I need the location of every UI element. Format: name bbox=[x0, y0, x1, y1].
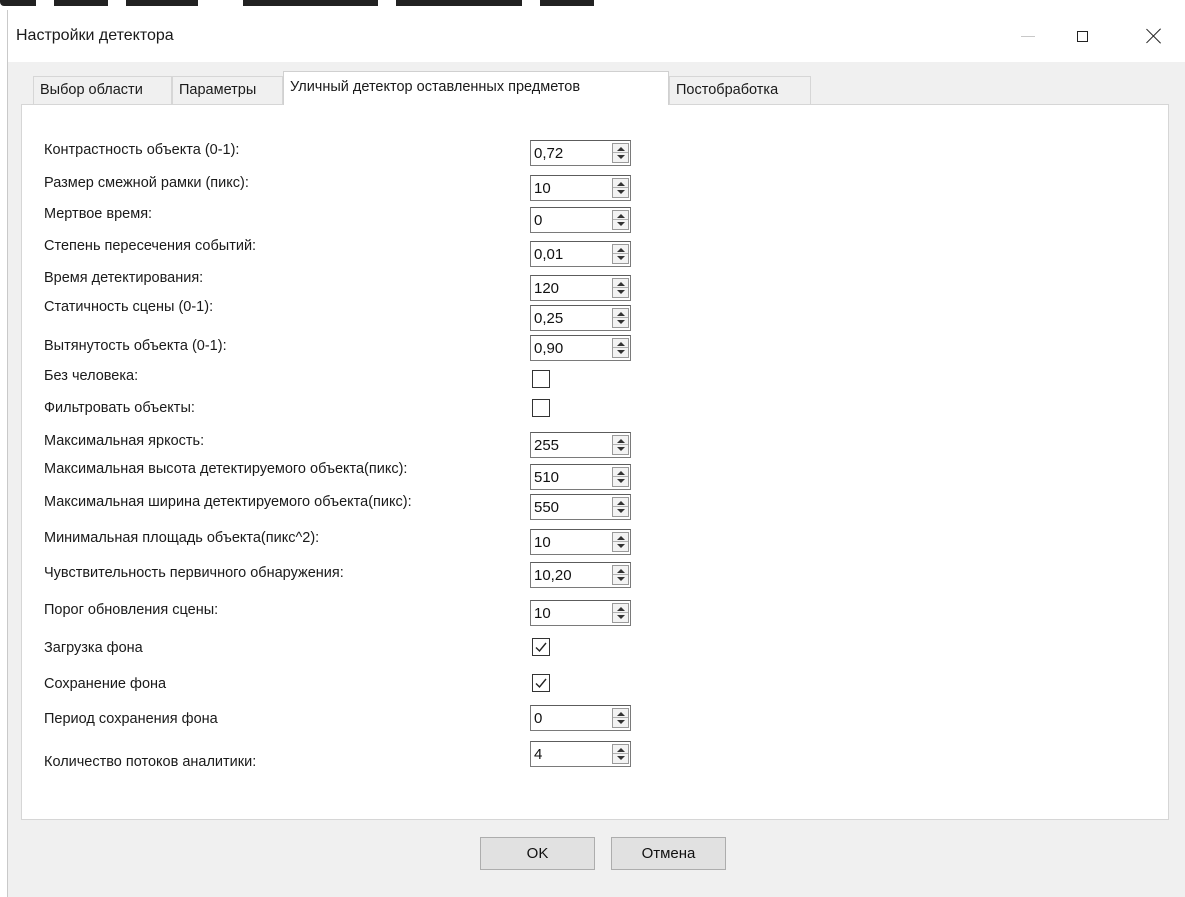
spinner-arrows-icon[interactable] bbox=[612, 435, 629, 455]
spinner-value[interactable]: 0,90 bbox=[534, 340, 563, 357]
spinner-arrows-icon[interactable] bbox=[612, 708, 629, 728]
setting-label: Количество потоков аналитики: bbox=[44, 754, 257, 770]
setting-label: Минимальная площадь объекта(пикс^2): bbox=[44, 530, 320, 546]
checkmark-icon bbox=[535, 642, 547, 653]
spinner-value[interactable]: 0,01 bbox=[534, 246, 563, 263]
window-title: Настройки детектора bbox=[16, 27, 174, 44]
minimize-button[interactable] bbox=[1005, 10, 1051, 62]
spinner-value[interactable]: 255 bbox=[534, 437, 559, 454]
spinner-arrows-icon[interactable] bbox=[612, 532, 629, 552]
setting-label: Максимальная ширина детектируемого объек… bbox=[44, 494, 412, 510]
setting-checkbox[interactable] bbox=[532, 674, 550, 692]
setting-checkbox[interactable] bbox=[532, 370, 550, 388]
maximize-button[interactable] bbox=[1059, 10, 1105, 62]
tab-postprocessing[interactable]: Постобработка bbox=[669, 76, 811, 104]
numeric-spinner[interactable]: 255 bbox=[530, 432, 631, 458]
tab-parameters[interactable]: Параметры bbox=[172, 76, 283, 104]
numeric-spinner[interactable]: 10 bbox=[530, 600, 631, 626]
spinner-arrows-icon[interactable] bbox=[612, 467, 629, 487]
spinner-arrows-icon[interactable] bbox=[612, 210, 629, 230]
spinner-value[interactable]: 4 bbox=[534, 746, 542, 763]
tab-street-abandoned-objects[interactable]: Уличный детектор оставленных предметов bbox=[283, 71, 669, 105]
numeric-spinner[interactable]: 0 bbox=[530, 207, 631, 233]
setting-label: Максимальная яркость: bbox=[44, 433, 205, 449]
setting-label: Время детектирования: bbox=[44, 270, 204, 286]
spinner-value[interactable]: 550 bbox=[534, 499, 559, 516]
numeric-spinner[interactable]: 10,20 bbox=[530, 562, 631, 588]
spinner-arrows-icon[interactable] bbox=[612, 308, 629, 328]
setting-label: Максимальная высота детектируемого объек… bbox=[44, 461, 408, 477]
spinner-arrows-icon[interactable] bbox=[612, 603, 629, 623]
setting-label: Степень пересечения событий: bbox=[44, 238, 257, 254]
numeric-spinner[interactable]: 0,01 bbox=[530, 241, 631, 267]
spinner-value[interactable]: 0 bbox=[534, 710, 542, 727]
spinner-value[interactable]: 120 bbox=[534, 280, 559, 297]
maximize-icon bbox=[1076, 30, 1088, 42]
spinner-arrows-icon[interactable] bbox=[612, 338, 629, 358]
spinner-arrows-icon[interactable] bbox=[612, 143, 629, 163]
setting-label: Чувствительность первичного обнаружения: bbox=[44, 565, 344, 581]
title-bar: Настройки детектора bbox=[8, 10, 1185, 62]
numeric-spinner[interactable]: 10 bbox=[530, 529, 631, 555]
spinner-arrows-icon[interactable] bbox=[612, 178, 629, 198]
close-button[interactable] bbox=[1131, 10, 1177, 62]
numeric-spinner[interactable]: 120 bbox=[530, 275, 631, 301]
spinner-value[interactable]: 510 bbox=[534, 469, 559, 486]
cancel-button[interactable]: Отмена bbox=[611, 837, 726, 870]
setting-checkbox[interactable] bbox=[532, 638, 550, 656]
spinner-arrows-icon[interactable] bbox=[612, 278, 629, 298]
setting-label: Период сохранения фона bbox=[44, 711, 218, 727]
numeric-spinner[interactable]: 0,90 bbox=[530, 335, 631, 361]
setting-label: Фильтровать объекты: bbox=[44, 400, 195, 416]
ok-button[interactable]: OK bbox=[480, 837, 595, 870]
checkmark-icon bbox=[535, 678, 547, 689]
setting-label: Вытянутость объекта (0-1): bbox=[44, 338, 227, 354]
numeric-spinner[interactable]: 10 bbox=[530, 175, 631, 201]
spinner-arrows-icon[interactable] bbox=[612, 744, 629, 764]
numeric-spinner[interactable]: 550 bbox=[530, 494, 631, 520]
spinner-arrows-icon[interactable] bbox=[612, 244, 629, 264]
setting-label: Загрузка фона bbox=[44, 640, 143, 656]
close-icon bbox=[1146, 28, 1162, 44]
numeric-spinner[interactable]: 0 bbox=[530, 705, 631, 731]
spinner-value[interactable]: 10 bbox=[534, 180, 551, 197]
tab-area-selection[interactable]: Выбор области bbox=[33, 76, 172, 104]
numeric-spinner[interactable]: 510 bbox=[530, 464, 631, 490]
setting-label: Размер смежной рамки (пикс): bbox=[44, 175, 249, 191]
spinner-arrows-icon[interactable] bbox=[612, 565, 629, 585]
setting-label: Мертвое время: bbox=[44, 206, 153, 222]
setting-checkbox[interactable] bbox=[532, 399, 550, 417]
setting-label: Без человека: bbox=[44, 368, 139, 384]
numeric-spinner[interactable]: 0,72 bbox=[530, 140, 631, 166]
minimize-icon bbox=[1021, 35, 1035, 37]
spinner-arrows-icon[interactable] bbox=[612, 497, 629, 517]
numeric-spinner[interactable]: 0,25 bbox=[530, 305, 631, 331]
spinner-value[interactable]: 10,20 bbox=[534, 567, 572, 584]
spinner-value[interactable]: 0 bbox=[534, 212, 542, 229]
numeric-spinner[interactable]: 4 bbox=[530, 741, 631, 767]
spinner-value[interactable]: 0,25 bbox=[534, 310, 563, 327]
spinner-value[interactable]: 10 bbox=[534, 534, 551, 551]
setting-label: Контрастность объекта (0-1): bbox=[44, 142, 240, 158]
setting-label: Сохранение фона bbox=[44, 676, 167, 692]
spinner-value[interactable]: 10 bbox=[534, 605, 551, 622]
setting-label: Статичность сцены (0-1): bbox=[44, 299, 214, 315]
spinner-value[interactable]: 0,72 bbox=[534, 145, 563, 162]
setting-label: Порог обновления сцены: bbox=[44, 602, 219, 618]
background-partial-text bbox=[0, 0, 1185, 10]
